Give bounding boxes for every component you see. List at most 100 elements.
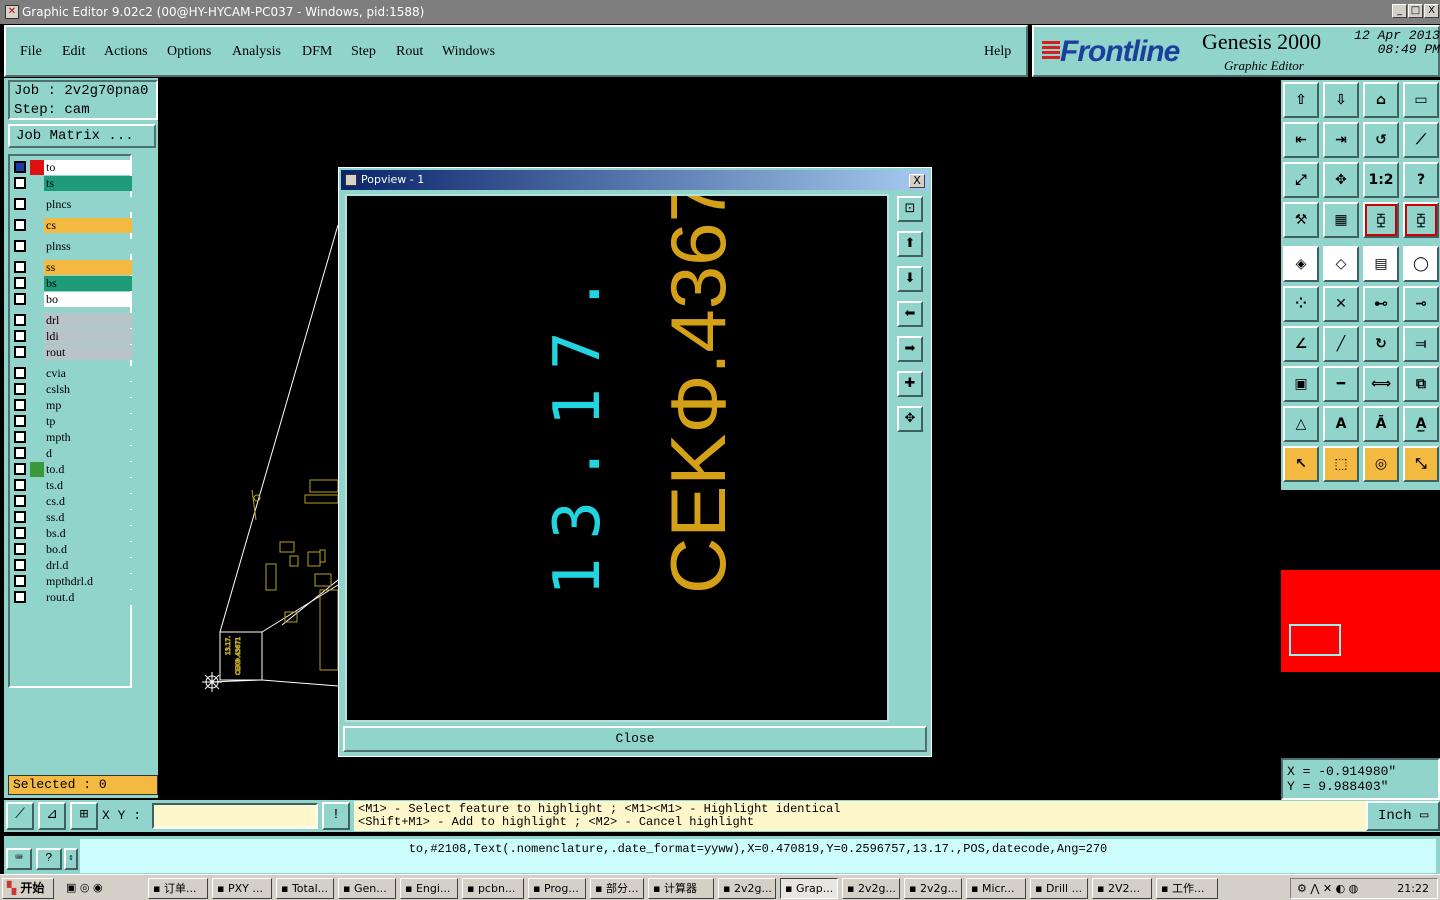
- layer-name[interactable]: cslsh: [44, 382, 132, 397]
- popview-window[interactable]: Popview - 1 X 13.17. CEKФ.43671 ⊡ ⬆ ⬇ ⬅ …: [338, 136, 932, 757]
- taskbar-task[interactable]: ▪ 2V2...: [1092, 878, 1152, 899]
- minimap[interactable]: [1281, 490, 1440, 758]
- layer-row[interactable]: ldi: [14, 329, 132, 344]
- layer-row[interactable]: bo.d: [14, 542, 132, 557]
- layer-name[interactable]: plnss: [44, 239, 132, 254]
- zoom-in-icon[interactable]: ✥: [1323, 162, 1359, 198]
- taskbar-task[interactable]: ▪ Grap...: [780, 878, 838, 899]
- layer-name[interactable]: bs.d: [44, 526, 132, 541]
- job-matrix-button[interactable]: Job Matrix ...: [8, 124, 156, 148]
- connect-icon[interactable]: ⊸: [1403, 286, 1439, 322]
- app-icon[interactable]: ✕: [5, 5, 19, 19]
- popview-zoom-in-icon[interactable]: ✚: [897, 371, 923, 397]
- layer-name[interactable]: to.d: [44, 462, 132, 477]
- pad-move-icon[interactable]: ▣: [1283, 366, 1319, 402]
- circle-pad-icon[interactable]: ◯: [1403, 246, 1439, 282]
- taskbar-task[interactable]: ▪ 计算器: [648, 878, 714, 899]
- layer-row[interactable]: bs: [14, 276, 132, 291]
- tray-icons[interactable]: ⚙ ⋀ ✕ ◐ ◍: [1297, 879, 1358, 898]
- layer-row[interactable]: ts.d: [14, 478, 132, 493]
- layer-row[interactable]: rout: [14, 345, 132, 360]
- line-horizontal-icon[interactable]: ━: [1323, 366, 1359, 402]
- layer-row[interactable]: mpthdrl.d: [14, 574, 132, 589]
- layer-name[interactable]: ts.d: [44, 478, 132, 493]
- taskbar-task[interactable]: ▪ Prog...: [528, 878, 586, 899]
- start-button[interactable]: ▚ 开始: [2, 878, 54, 899]
- taskbar-task[interactable]: ▪ Gen...: [338, 878, 396, 899]
- layer-row[interactable]: mpth: [14, 430, 132, 445]
- grid-view-icon[interactable]: ▦: [1323, 202, 1359, 238]
- triangle-icon[interactable]: △: [1283, 406, 1319, 442]
- feature-select-icon[interactable]: ◈: [1283, 246, 1319, 282]
- layer-checkbox[interactable]: [14, 277, 26, 289]
- layer-row[interactable]: bs.d: [14, 526, 132, 541]
- layer-checkbox[interactable]: [14, 198, 26, 210]
- menu-options[interactable]: Options: [167, 44, 211, 60]
- taskbar-task[interactable]: ▪ Micr...: [966, 878, 1026, 899]
- taskbar-task[interactable]: ▪ 2v2g...: [904, 878, 962, 899]
- open-step-icon[interactable]: ⇧: [1283, 82, 1319, 118]
- ruler-icon[interactable]: ▤: [1363, 246, 1399, 282]
- layer-name[interactable]: bo: [44, 292, 132, 307]
- layer-row[interactable]: ss.d: [14, 510, 132, 525]
- layer-row[interactable]: rout.d: [14, 590, 132, 605]
- menu-file[interactable]: File: [20, 44, 42, 60]
- stretch-icon[interactable]: ⟺: [1363, 366, 1399, 402]
- text-a-bottom-icon[interactable]: A̲: [1403, 406, 1439, 442]
- info-icon[interactable]: !: [322, 802, 350, 830]
- arc-icon[interactable]: ↻: [1363, 326, 1399, 362]
- view-window-icon[interactable]: ▭: [1403, 82, 1439, 118]
- text-a-icon[interactable]: A: [1323, 406, 1359, 442]
- layer-checkbox[interactable]: [14, 314, 26, 326]
- mirror-icon[interactable]: ⫤: [1403, 326, 1439, 362]
- scroll-icon[interactable]: ⇕: [64, 848, 78, 870]
- taskbar-task[interactable]: ▪ PXY ...: [212, 878, 272, 899]
- layer-row[interactable]: plncs: [14, 197, 132, 212]
- delete-feature-icon[interactable]: ✕: [1323, 286, 1359, 322]
- popview-zoom-window-icon[interactable]: ⊡: [897, 196, 923, 222]
- layer-name[interactable]: ldi: [44, 329, 132, 344]
- layer-name[interactable]: mpthdrl.d: [44, 574, 132, 589]
- popview-title-bar[interactable]: Popview - 1 X: [341, 170, 929, 190]
- layer-checkbox[interactable]: [14, 383, 26, 395]
- select-circle-icon[interactable]: ◎: [1363, 446, 1399, 482]
- menu-edit[interactable]: Edit: [62, 44, 85, 60]
- window-title-bar[interactable]: ✕ Graphic Editor 9.02c2 (00@HY-HYCAM-PC0…: [0, 0, 1440, 24]
- popview-canvas[interactable]: 13.17. CEKФ.43671: [345, 136, 889, 722]
- layer-name[interactable]: ss: [44, 260, 132, 275]
- home-icon[interactable]: ⌂: [1363, 82, 1399, 118]
- layer-row[interactable]: d: [14, 446, 132, 461]
- popview-pan-left-icon[interactable]: ⬅: [897, 301, 923, 327]
- zoom-back-icon[interactable]: ↺: [1363, 122, 1399, 158]
- menu-help[interactable]: Help: [984, 44, 1011, 60]
- layer-row[interactable]: plnss: [14, 239, 132, 254]
- layer-name[interactable]: cvia: [44, 366, 132, 381]
- grid-icon[interactable]: ⊞: [70, 802, 98, 830]
- layer-name[interactable]: ts: [44, 176, 132, 191]
- layer-name[interactable]: d: [44, 446, 132, 461]
- help-query-icon[interactable]: ?: [1403, 162, 1439, 198]
- layer-down-icon[interactable]: ⧮: [1403, 202, 1439, 238]
- unit-selector[interactable]: Inch ▭: [1366, 801, 1440, 831]
- layer-row[interactable]: to.d: [14, 462, 132, 477]
- layer-checkbox[interactable]: [14, 367, 26, 379]
- menu-actions[interactable]: Actions: [104, 44, 148, 60]
- layer-up-icon[interactable]: ⧮: [1363, 202, 1399, 238]
- taskbar-task[interactable]: ▪ Drill ...: [1030, 878, 1088, 899]
- layer-row[interactable]: bo: [14, 292, 132, 307]
- layer-name[interactable]: bs: [44, 276, 132, 291]
- layer-name[interactable]: rout: [44, 345, 132, 360]
- popview-pan-down-icon[interactable]: ⬇: [897, 266, 923, 292]
- shape-icon[interactable]: ◇: [1323, 246, 1359, 282]
- layer-name[interactable]: to: [44, 160, 132, 175]
- layer-checkbox[interactable]: [14, 399, 26, 411]
- layer-checkbox[interactable]: [14, 511, 26, 523]
- layer-checkbox[interactable]: [14, 219, 26, 231]
- pointer-icon[interactable]: ↖: [1283, 446, 1319, 482]
- keyboard-icon[interactable]: ⌨: [6, 848, 32, 870]
- line-icon[interactable]: ╱: [1323, 326, 1359, 362]
- select-box-icon[interactable]: ⬚: [1323, 446, 1359, 482]
- popview-pan-up-icon[interactable]: ⬆: [897, 231, 923, 257]
- taskbar-task[interactable]: ▪ pcbn...: [462, 878, 524, 899]
- layer-checkbox[interactable]: [14, 495, 26, 507]
